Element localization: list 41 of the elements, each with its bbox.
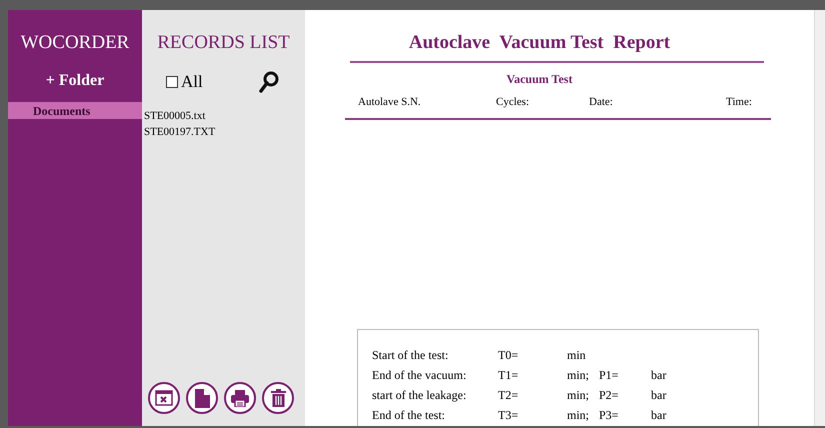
scrollbar[interactable] (814, 10, 825, 426)
file-item[interactable]: STE00197.TXT (142, 126, 305, 138)
pressure-unit: bar (651, 388, 668, 402)
time-label: T3= (498, 408, 520, 422)
reading-label: Start of the test: (372, 348, 450, 362)
time-label: T0= (498, 348, 520, 362)
pressure-label: P2= (599, 388, 620, 402)
add-folder-button[interactable]: + Folder (46, 72, 104, 90)
folder-item[interactable]: Documents (8, 102, 142, 119)
pressure-label: P1= (599, 368, 620, 382)
window-close-icon (155, 390, 173, 406)
report-subtitle: Vacuum Test (506, 72, 574, 87)
reading-label: start of the leakage: (372, 388, 468, 402)
time-unit: min; (567, 408, 590, 422)
app-title: WOCORDER (20, 32, 130, 54)
close-window-button[interactable] (148, 382, 180, 414)
report-title: Autoclave Vacuum Test Report (408, 32, 672, 54)
header-field-label: Time: (726, 96, 753, 108)
reading-label: End of the test: (372, 408, 446, 422)
time-unit: min (567, 348, 587, 362)
time-unit: min; (567, 388, 590, 402)
header-field-label: Autolave S.N. (358, 96, 422, 108)
printer-icon (231, 389, 249, 407)
delete-button[interactable] (262, 382, 294, 414)
pressure-unit: bar (651, 408, 668, 422)
document-icon (194, 388, 210, 408)
header-field-label: Cycles: (496, 96, 530, 108)
time-unit: min; (567, 368, 590, 382)
time-label: T2= (498, 388, 520, 402)
document-button[interactable] (186, 382, 218, 414)
pressure-label: P3= (599, 408, 620, 422)
select-all-checkbox[interactable]: All (166, 72, 203, 92)
reading-label: End of the vacuum: (372, 368, 468, 382)
time-label: T1= (498, 368, 520, 382)
print-button[interactable] (224, 382, 256, 414)
trash-icon (270, 389, 286, 407)
records-title: RECORDS LIST (156, 32, 291, 54)
search-icon[interactable] (259, 71, 279, 93)
file-item[interactable]: STE00005.txt (142, 110, 305, 122)
header-field-label: Date: (589, 96, 614, 108)
pressure-unit: bar (651, 368, 668, 382)
